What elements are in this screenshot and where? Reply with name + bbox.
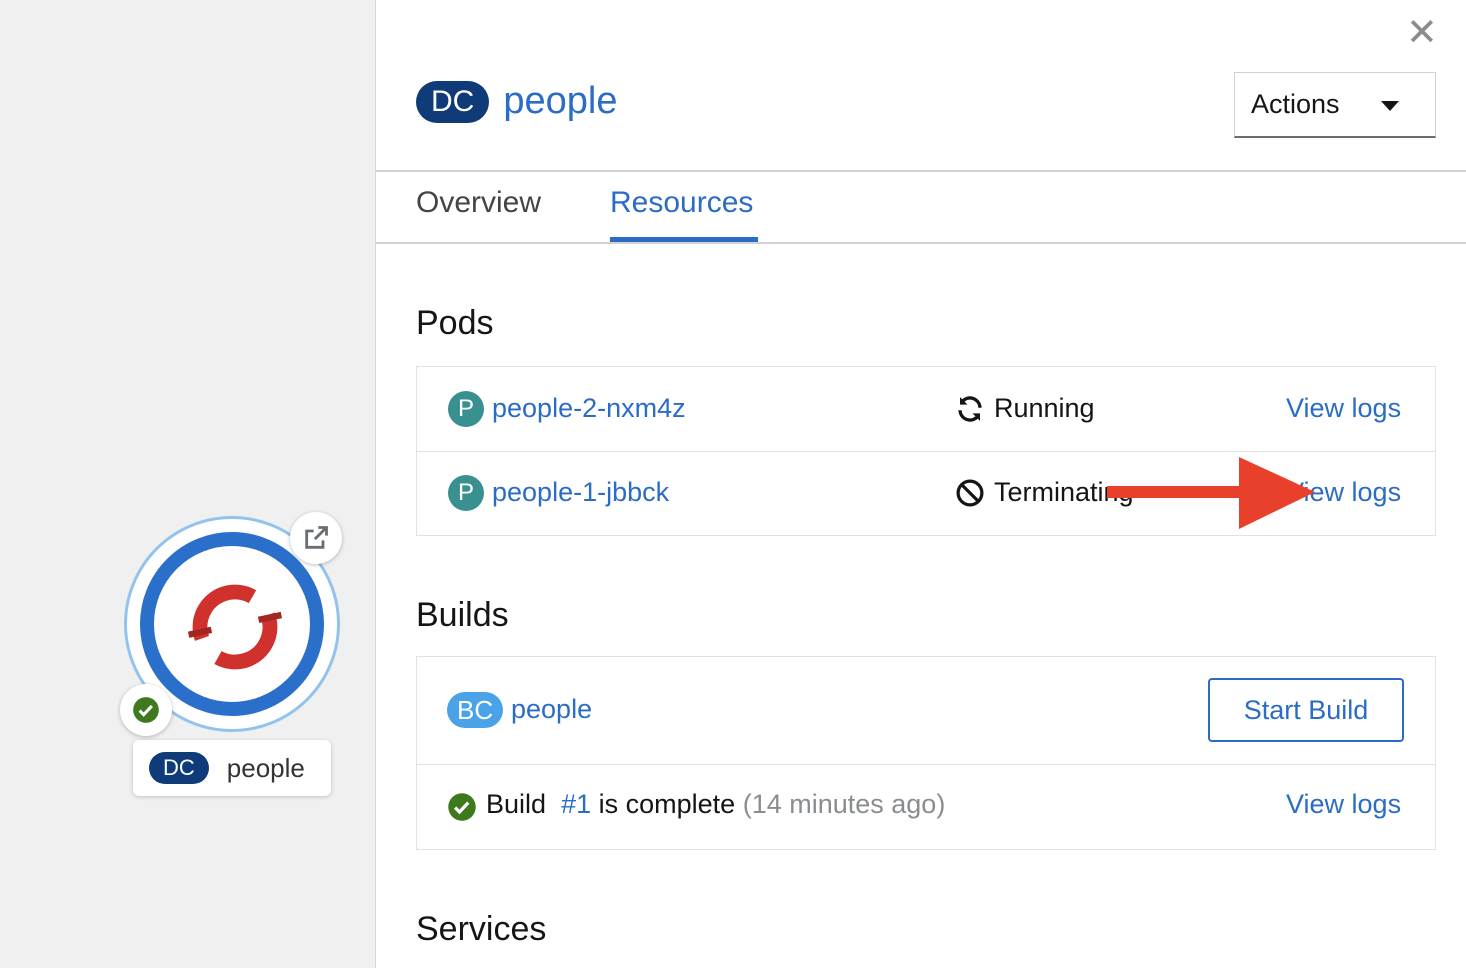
pod-name-link[interactable]: people-1-jbbck bbox=[492, 477, 669, 508]
ban-icon bbox=[956, 479, 984, 507]
build-label: Build #1 is complete (14 minutes ago) bbox=[486, 789, 945, 820]
pods-heading: Pods bbox=[416, 304, 494, 342]
build-status: is complete bbox=[598, 789, 736, 819]
header-divider bbox=[376, 170, 1466, 172]
tab-overview[interactable]: Overview bbox=[416, 186, 541, 220]
build-config-link[interactable]: people bbox=[511, 694, 592, 725]
start-build-button[interactable]: Start Build bbox=[1208, 678, 1404, 742]
resource-name-link[interactable]: people bbox=[503, 80, 617, 123]
list-item: P people-2-nxm4z Running View logs bbox=[417, 367, 1435, 451]
pod-icon: P bbox=[448, 475, 484, 511]
dc-badge: DC bbox=[416, 80, 490, 123]
list-item: Build #1 is complete (14 minutes ago) Vi… bbox=[417, 765, 1435, 849]
list-item: BC people Start Build bbox=[417, 657, 1435, 764]
view-logs-link[interactable]: View logs bbox=[1286, 789, 1401, 820]
open-url-icon[interactable] bbox=[290, 512, 342, 564]
annotation-arrow-icon bbox=[1107, 457, 1315, 529]
pod-status: Running bbox=[994, 393, 1095, 423]
openshift-logo-icon bbox=[187, 584, 283, 670]
side-panel: ✕ DC people Actions Overview Resources P… bbox=[375, 0, 1466, 968]
panel-title: DC people bbox=[416, 80, 617, 123]
close-icon[interactable]: ✕ bbox=[1406, 14, 1438, 52]
sync-icon bbox=[958, 396, 982, 422]
node-dc-badge: DC bbox=[149, 752, 209, 784]
build-number-link[interactable]: #1 bbox=[561, 789, 591, 819]
pod-name-link[interactable]: people-2-nxm4z bbox=[492, 393, 686, 424]
actions-dropdown[interactable]: Actions bbox=[1234, 72, 1436, 138]
view-logs-link[interactable]: View logs bbox=[1286, 393, 1401, 424]
builds-list: BC people Start Build Build #1 is comple… bbox=[416, 656, 1436, 850]
caret-down-icon bbox=[1381, 101, 1399, 111]
services-heading: Services bbox=[416, 910, 547, 948]
build-success-icon[interactable] bbox=[120, 684, 172, 736]
tabs-divider bbox=[376, 242, 1466, 244]
topology-canvas[interactable]: DC people bbox=[0, 0, 375, 968]
build-time: (14 minutes ago) bbox=[742, 789, 946, 819]
builds-heading: Builds bbox=[416, 596, 509, 634]
build-prefix: Build bbox=[486, 789, 547, 819]
pod-icon: P bbox=[448, 391, 484, 427]
actions-label: Actions bbox=[1251, 89, 1340, 119]
tab-resources[interactable]: Resources bbox=[610, 186, 753, 220]
node-label[interactable]: DC people bbox=[133, 740, 331, 796]
node-name: people bbox=[226, 752, 305, 783]
bc-badge: BC bbox=[447, 692, 504, 728]
check-circle-icon bbox=[448, 793, 476, 821]
